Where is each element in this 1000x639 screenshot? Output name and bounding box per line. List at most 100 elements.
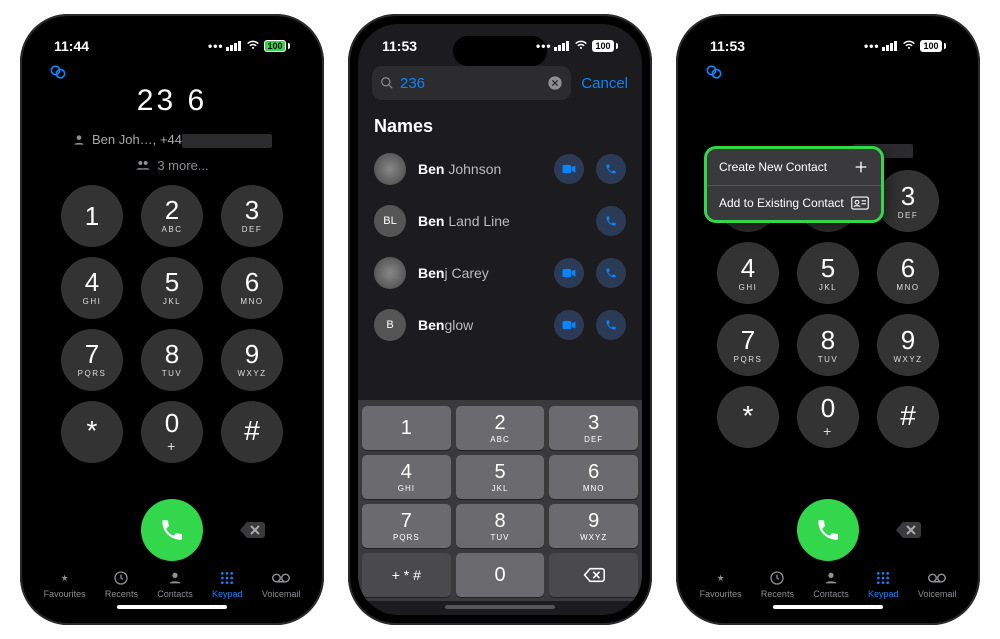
- phone-1: 11:44 ••• 100 23 6 Ben Joh…, +44: [20, 14, 324, 625]
- audio-call-button[interactable]: [596, 154, 626, 184]
- section-header: Names: [358, 106, 642, 143]
- tab-keypad[interactable]: Keypad: [212, 569, 243, 599]
- keyboard-key-8[interactable]: 8TUV: [456, 504, 545, 548]
- keypad-key-3[interactable]: 3DEF: [221, 185, 283, 247]
- keypad-key-hash[interactable]: #: [221, 401, 283, 463]
- keypad: 1 2ABC 3DEF 4GHI 5JKL 6MNO 7PQRS 8TUV 9WXYZ * 0+ #: [30, 185, 314, 491]
- keypad-key-4[interactable]: 4GHI: [61, 257, 123, 319]
- person-icon: [72, 133, 86, 147]
- keyboard-key-9[interactable]: 9WXYZ: [549, 504, 638, 548]
- keypad-key-star[interactable]: *: [61, 401, 123, 463]
- keypad-key-1[interactable]: 1: [61, 185, 123, 247]
- contact-card-icon: [851, 196, 869, 210]
- keypad-key-9[interactable]: 9WXYZ: [221, 329, 283, 391]
- avatar: B: [374, 309, 406, 341]
- home-indicator[interactable]: [445, 605, 555, 609]
- keypad-key-3[interactable]: 3DEF: [877, 170, 939, 232]
- dialer-screen: 11:44 ••• 100 23 6 Ben Joh…, +44: [30, 24, 314, 615]
- keyboard-key-1[interactable]: 1: [362, 406, 451, 450]
- sim-filter-icon[interactable]: [48, 62, 68, 87]
- status-bar: 11:44 ••• 100: [30, 24, 314, 58]
- signal-dots-icon: •••: [536, 39, 550, 53]
- keyboard-key-5[interactable]: 5JKL: [456, 455, 545, 499]
- cancel-button[interactable]: Cancel: [581, 75, 628, 92]
- redacted-number: [182, 134, 272, 148]
- search-result[interactable]: B Benglow: [358, 299, 642, 351]
- audio-call-button[interactable]: [596, 310, 626, 340]
- video-call-button[interactable]: [554, 154, 584, 184]
- keypad-key-2[interactable]: 2ABC: [141, 185, 203, 247]
- backspace-button[interactable]: [877, 499, 939, 561]
- tab-favourites[interactable]: ★Favourites: [44, 569, 86, 599]
- tab-recents[interactable]: Recents: [105, 569, 138, 599]
- keypad-key-star[interactable]: *: [717, 386, 779, 448]
- keypad-key-7[interactable]: 7PQRS: [61, 329, 123, 391]
- keypad-key-0[interactable]: 0+: [797, 386, 859, 448]
- people-icon: [135, 159, 151, 171]
- tab-contacts[interactable]: Contacts: [157, 569, 193, 599]
- video-call-button[interactable]: [554, 258, 584, 288]
- result-name: Benj Carey: [418, 265, 542, 281]
- menu-add-existing[interactable]: Add to Existing Contact: [707, 185, 881, 220]
- tab-recents[interactable]: Recents: [761, 569, 794, 599]
- more-matches-row[interactable]: 3 more...: [30, 158, 314, 173]
- keyboard-symbols-key[interactable]: + * #: [362, 553, 451, 597]
- call-button[interactable]: [141, 499, 203, 561]
- menu-create-contact[interactable]: Create New Contact: [707, 149, 881, 185]
- keypad-key-6[interactable]: 6MNO: [877, 242, 939, 304]
- dialed-number: 23 6: [30, 84, 314, 118]
- keypad-key-4[interactable]: 4GHI: [717, 242, 779, 304]
- keypad-key-0[interactable]: 0+: [141, 401, 203, 463]
- suggested-contact-row[interactable]: Ben Joh…, +44: [30, 132, 314, 148]
- dialer-screen-with-menu: 11:53 ••• 100 Create New Contact Add to …: [686, 24, 970, 615]
- home-indicator[interactable]: [773, 605, 883, 609]
- keyboard-key-6[interactable]: 6MNO: [549, 455, 638, 499]
- keyboard-key-2[interactable]: 2ABC: [456, 406, 545, 450]
- backspace-button[interactable]: [221, 499, 283, 561]
- cellular-icon: [226, 41, 242, 51]
- search-result[interactable]: BLBen Land Line: [358, 195, 642, 247]
- keyboard-backspace-key[interactable]: [549, 553, 638, 597]
- result-name: Ben Land Line: [418, 213, 584, 229]
- tab-keypad[interactable]: Keypad: [868, 569, 899, 599]
- keypad-key-6[interactable]: 6MNO: [221, 257, 283, 319]
- call-action-row: [30, 499, 314, 561]
- keypad-key-7[interactable]: 7PQRS: [717, 314, 779, 376]
- audio-call-button[interactable]: [596, 206, 626, 236]
- keyboard-key-3[interactable]: 3DEF: [549, 406, 638, 450]
- keyboard-key-4[interactable]: 4GHI: [362, 455, 451, 499]
- keypad-key-9[interactable]: 9WXYZ: [877, 314, 939, 376]
- search-icon: [380, 76, 394, 90]
- battery-indicator: 100: [592, 40, 618, 52]
- tab-voicemail[interactable]: Voicemail: [262, 569, 301, 599]
- clear-search-icon[interactable]: [547, 75, 563, 91]
- search-row: 236 Cancel: [358, 58, 642, 106]
- tab-bar: ★Favourites Recents Contacts Keypad Voic…: [30, 561, 314, 601]
- status-bar: 11:53 ••• 100: [686, 24, 970, 58]
- call-button[interactable]: [797, 499, 859, 561]
- search-result[interactable]: Ben Johnson: [358, 143, 642, 195]
- keyboard-key-0[interactable]: 0: [456, 553, 545, 597]
- search-result[interactable]: Benj Carey: [358, 247, 642, 299]
- video-call-button[interactable]: [554, 310, 584, 340]
- search-input[interactable]: 236: [372, 66, 571, 100]
- cellular-icon: [554, 41, 570, 51]
- audio-call-button[interactable]: [596, 258, 626, 288]
- backspace-icon: [894, 520, 922, 540]
- result-name: Benglow: [418, 317, 542, 333]
- tab-voicemail[interactable]: Voicemail: [918, 569, 957, 599]
- keypad-key-5[interactable]: 5JKL: [141, 257, 203, 319]
- search-screen: 11:53 ••• 100 236 Cancel Names Ben Johns…: [358, 24, 642, 615]
- keypad-key-5[interactable]: 5JKL: [797, 242, 859, 304]
- tab-favourites[interactable]: ★Favourites: [700, 569, 742, 599]
- tab-contacts[interactable]: Contacts: [813, 569, 849, 599]
- keyboard-key-7[interactable]: 7PQRS: [362, 504, 451, 548]
- clock: 11:44: [54, 38, 89, 54]
- battery-indicator: 100: [920, 40, 946, 52]
- home-indicator[interactable]: [117, 605, 227, 609]
- keypad-key-hash[interactable]: #: [877, 386, 939, 448]
- keypad-key-8[interactable]: 8TUV: [141, 329, 203, 391]
- backspace-icon: [238, 520, 266, 540]
- sim-filter-icon[interactable]: [704, 62, 724, 87]
- keypad-key-8[interactable]: 8TUV: [797, 314, 859, 376]
